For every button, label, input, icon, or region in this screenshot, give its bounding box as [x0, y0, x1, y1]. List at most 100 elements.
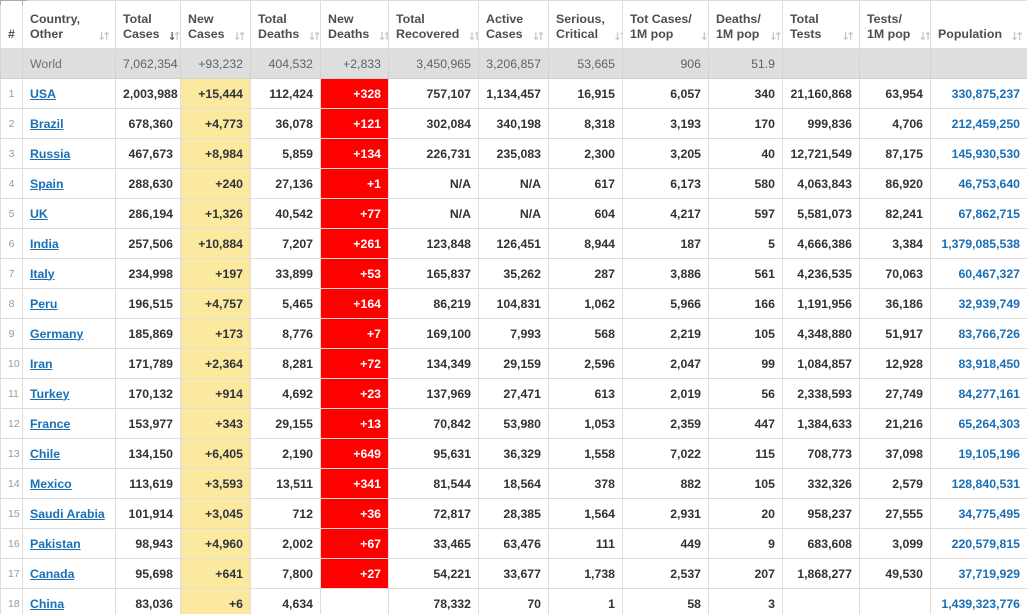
- column-header-cases_per_m[interactable]: Tot Cases/1M pop ↓↑: [622, 0, 709, 49]
- country-link[interactable]: Pakistan: [30, 537, 81, 551]
- column-header-active_cases[interactable]: Active Cases ↓ ↑: [478, 0, 549, 49]
- column-header-new_cases[interactable]: New Cases ↓ ↑: [180, 0, 251, 49]
- sort-updown-icon[interactable]: ↓↑: [233, 29, 247, 42]
- column-header-label-2: Deaths: [258, 27, 300, 41]
- country-link[interactable]: Mexico: [30, 477, 72, 491]
- column-header-tests_per_m[interactable]: Tests/1M pop ↓↑: [859, 0, 931, 49]
- cell-country[interactable]: Pakistan: [22, 528, 116, 559]
- cell-active_cases: N/A: [478, 198, 549, 229]
- column-header-total_tests[interactable]: Total Tests ↓ ↑: [782, 0, 860, 49]
- country-link[interactable]: Russia: [30, 147, 70, 161]
- cell-country[interactable]: UK: [22, 198, 116, 229]
- country-link[interactable]: Turkey: [30, 387, 69, 401]
- sort-updown-icon[interactable]: ↓↑: [769, 29, 782, 42]
- cell-new_deaths: +7: [320, 318, 389, 349]
- cell-cases_per_m: 882: [622, 468, 709, 499]
- cell-serious: 604: [548, 198, 623, 229]
- cell-country[interactable]: Russia: [22, 138, 116, 169]
- cell-serious: 287: [548, 258, 623, 289]
- country-link[interactable]: Iran: [30, 357, 53, 371]
- column-header-rank[interactable]: #: [0, 0, 23, 49]
- cell-country[interactable]: Brazil: [22, 108, 116, 139]
- column-header-population[interactable]: Population ↓ ↑: [930, 0, 1027, 49]
- country-link[interactable]: China: [30, 597, 64, 611]
- cell-population: 128,840,531: [930, 468, 1027, 499]
- cell-active_cases: 36,329: [478, 438, 549, 469]
- sort-updown-icon[interactable]: ↓↑: [918, 29, 929, 42]
- cell-tests_per_m: [859, 588, 931, 614]
- cell-population: 1,439,323,776: [930, 588, 1027, 614]
- column-header-deaths_per_m[interactable]: Deaths/1M pop ↓ ↑: [708, 0, 783, 49]
- cell-country[interactable]: Saudi Arabia: [22, 498, 116, 529]
- cell-country[interactable]: Italy: [22, 258, 116, 289]
- sort-updown-icon[interactable]: ↓↑: [1010, 29, 1024, 42]
- cell-active_cases: 53,980: [478, 408, 549, 439]
- country-link[interactable]: India: [30, 237, 59, 251]
- country-link[interactable]: Canada: [30, 567, 74, 581]
- cell-total_recovered: 95,631: [388, 438, 479, 469]
- sort-updown-icon[interactable]: ↓↑: [307, 29, 319, 42]
- cell-country[interactable]: USA: [22, 78, 116, 109]
- cell-total_tests: 4,236,535: [782, 258, 860, 289]
- cell-total_cases: 678,360: [115, 108, 181, 139]
- column-header-total_deaths[interactable]: TotalDeaths ↓↑: [250, 0, 321, 49]
- cell-serious: 8,318: [548, 108, 623, 139]
- country-link[interactable]: Saudi Arabia: [30, 507, 105, 521]
- cell-active_cases: 1,134,457: [478, 78, 549, 109]
- table-row: 5 UK 286,194 +1,326 40,542 +77 N/A N/A 604 4,217 5…: [0, 198, 1027, 229]
- country-link[interactable]: USA: [30, 87, 56, 101]
- country-link[interactable]: Germany: [30, 327, 83, 341]
- cell-total_recovered: 165,837: [388, 258, 479, 289]
- cell-country[interactable]: Peru: [22, 288, 116, 319]
- cell-serious: 613: [548, 378, 623, 409]
- column-header-new_deaths[interactable]: NewDeaths ↓↑: [320, 0, 389, 49]
- sort-updown-icon[interactable]: ↓↑: [531, 29, 545, 42]
- cell-new_deaths: +72: [320, 348, 389, 379]
- country-link[interactable]: Brazil: [30, 117, 64, 131]
- cell-country[interactable]: Germany: [22, 318, 116, 349]
- country-link[interactable]: France: [30, 417, 70, 431]
- sort-updown-icon[interactable]: ↓↑: [700, 29, 708, 42]
- country-link[interactable]: UK: [30, 207, 48, 221]
- sort-updown-icon[interactable]: ↓↑: [841, 29, 855, 42]
- sort-updown-icon[interactable]: ↓↑: [467, 29, 477, 42]
- cell-rank: [0, 48, 23, 79]
- cell-serious: 53,665: [548, 48, 623, 79]
- cell-country[interactable]: Turkey: [22, 378, 116, 409]
- cell-rank: 18: [0, 588, 23, 614]
- cell-serious: 1,062: [548, 288, 623, 319]
- cell-total_cases: 170,132: [115, 378, 181, 409]
- cell-deaths_per_m: 105: [708, 468, 783, 499]
- column-header-label: Total: [258, 12, 287, 26]
- cell-rank: 15: [0, 498, 23, 529]
- cell-country[interactable]: Spain: [22, 168, 116, 199]
- cell-rank: 5: [0, 198, 23, 229]
- cell-tests_per_m: 51,917: [859, 318, 931, 349]
- column-header-total_recovered[interactable]: TotalRecovered ↓↑: [388, 0, 479, 49]
- country-link[interactable]: Italy: [30, 267, 55, 281]
- sort-updown-icon[interactable]: ↓↑: [377, 29, 387, 42]
- country-link[interactable]: Peru: [30, 297, 57, 311]
- cell-country[interactable]: Canada: [22, 558, 116, 589]
- column-header-label: Serious,: [556, 12, 605, 26]
- country-link[interactable]: Spain: [30, 177, 63, 191]
- sort-updown-icon[interactable]: ↓↑: [97, 29, 111, 42]
- cell-country[interactable]: India: [22, 228, 116, 259]
- column-header-country[interactable]: Country, Other ↓ ↑: [22, 0, 116, 49]
- cell-country[interactable]: Chile: [22, 438, 116, 469]
- cell-cases_per_m: 906: [622, 48, 709, 79]
- cell-country[interactable]: Iran: [22, 348, 116, 379]
- cell-country[interactable]: France: [22, 408, 116, 439]
- sort-updown-icon[interactable]: ↓↑: [613, 29, 622, 42]
- country-link[interactable]: Chile: [30, 447, 60, 461]
- cell-country[interactable]: Mexico: [22, 468, 116, 499]
- column-header-serious[interactable]: Serious,Critical ↓↑: [548, 0, 623, 49]
- column-header-label: Country,: [30, 12, 81, 26]
- column-header-total_cases[interactable]: TotalCases ↓↑: [115, 0, 181, 49]
- sort-desc-icon[interactable]: ↓↑: [168, 29, 180, 42]
- cell-rank: 8: [0, 288, 23, 319]
- cell-rank: 7: [0, 258, 23, 289]
- cell-total_recovered: 134,349: [388, 348, 479, 379]
- cell-serious: 2,300: [548, 138, 623, 169]
- cell-country[interactable]: China: [22, 588, 116, 614]
